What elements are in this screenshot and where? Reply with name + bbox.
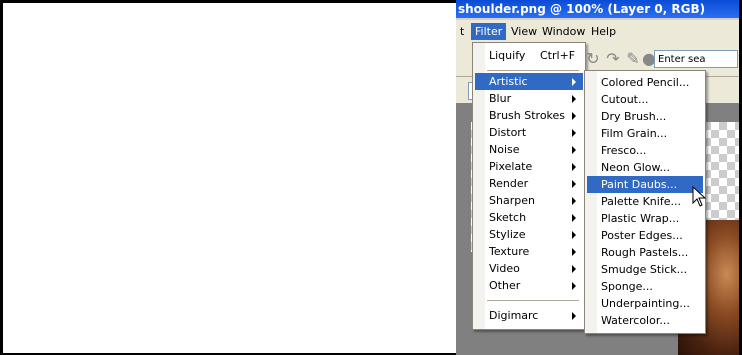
menu-separator: [487, 70, 579, 71]
submenu-arrow-icon: [572, 78, 576, 86]
artistic-submenu: Colored Pencil... Cutout... Dry Brush...…: [584, 70, 706, 334]
submenu-arrow-icon: [572, 265, 576, 273]
menu-item-label: Sketch: [489, 211, 527, 224]
submenu-item-fresco[interactable]: Fresco...: [587, 142, 703, 159]
menu-item-artistic[interactable]: Artistic: [475, 73, 583, 90]
submenu-arrow-icon: [572, 282, 576, 290]
submenu-arrow-icon: [572, 163, 576, 171]
menu-bar: t Filter View Window Help: [456, 20, 739, 42]
submenu-arrow-icon: [572, 231, 576, 239]
submenu-item-plastic-wrap[interactable]: Plastic Wrap...: [587, 210, 703, 227]
menu-view[interactable]: View: [507, 23, 541, 40]
submenu-item-smudge-stick[interactable]: Smudge Stick...: [587, 261, 703, 278]
submenu-item-label: Film Grain...: [601, 127, 668, 140]
redo-icon[interactable]: ↷: [604, 50, 622, 68]
menu-item-label: Render: [489, 177, 529, 190]
menu-item-label: Digimarc: [489, 309, 539, 322]
menu-item-label: Artistic: [489, 75, 528, 88]
submenu-arrow-icon: [572, 197, 576, 205]
submenu-item-watercolor[interactable]: Watercolor...: [587, 312, 703, 329]
menu-help[interactable]: Help: [587, 23, 620, 40]
menu-item-label: Noise: [489, 143, 520, 156]
menu-item-label: Blur: [489, 92, 512, 105]
submenu-arrow-icon: [572, 129, 576, 137]
submenu-arrow-icon: [572, 112, 576, 120]
submenu-item-rough-pastels[interactable]: Rough Pastels...: [587, 244, 703, 261]
submenu-item-label: Poster Edges...: [601, 229, 683, 242]
menu-item-pixelate[interactable]: Pixelate: [475, 158, 583, 175]
submenu-item-label: Fresco...: [601, 144, 647, 157]
menu-item-label: Sharpen: [489, 194, 535, 207]
submenu-arrow-icon: [572, 248, 576, 256]
submenu-item-dry-brush[interactable]: Dry Brush...: [587, 108, 703, 125]
submenu-item-neon-glow[interactable]: Neon Glow...: [587, 159, 703, 176]
submenu-item-label: Cutout...: [601, 93, 649, 106]
submenu-item-sponge[interactable]: Sponge...: [587, 278, 703, 295]
submenu-item-film-grain[interactable]: Film Grain...: [587, 125, 703, 142]
history-icon[interactable]: ↻: [584, 50, 602, 68]
submenu-arrow-icon: [572, 146, 576, 154]
window-title: shoulder.png @ 100% (Layer 0, RGB): [456, 0, 739, 18]
menu-item-label: Stylize: [489, 228, 526, 241]
submenu-item-underpainting[interactable]: Underpainting...: [587, 295, 703, 312]
menu-item-noise[interactable]: Noise: [475, 141, 583, 158]
menu-item-stylize[interactable]: Stylize: [475, 226, 583, 243]
filter-menu: Liquify Ctrl+F Artistic Blur Brush Strok…: [472, 42, 586, 330]
submenu-item-label: Watercolor...: [601, 314, 670, 327]
menu-item-brush-strokes[interactable]: Brush Strokes: [475, 107, 583, 124]
menu-filter[interactable]: Filter: [471, 23, 507, 40]
menu-item-label: Brush Strokes: [489, 109, 566, 122]
submenu-item-label: Dry Brush...: [601, 110, 667, 123]
submenu-item-cutout[interactable]: Cutout...: [587, 91, 703, 108]
blank-area: [3, 3, 456, 353]
menu-item-sketch[interactable]: Sketch: [475, 209, 583, 226]
menu-item-label: Other: [489, 279, 521, 292]
submenu-item-label: Sponge...: [601, 280, 653, 293]
menu-item-sharpen[interactable]: Sharpen: [475, 192, 583, 209]
submenu-arrow-icon: [572, 180, 576, 188]
submenu-item-label: Colored Pencil...: [601, 76, 690, 89]
menu-item-distort[interactable]: Distort: [475, 124, 583, 141]
menu-item-last-filter[interactable]: Liquify Ctrl+F: [475, 47, 583, 64]
submenu-item-poster-edges[interactable]: Poster Edges...: [587, 227, 703, 244]
menu-item-label: Distort: [489, 126, 527, 139]
menu-separator: [487, 300, 579, 301]
menu-item-digimarc[interactable]: Digimarc: [475, 307, 583, 324]
submenu-item-label: Palette Knife...: [601, 195, 681, 208]
menu-edit-partial[interactable]: t: [456, 23, 468, 40]
menu-item-shortcut: Ctrl+F: [540, 49, 576, 62]
submenu-arrow-icon: [572, 214, 576, 222]
submenu-item-paint-daubs[interactable]: Paint Daubs...: [587, 176, 703, 193]
search-input[interactable]: Enter sea: [654, 50, 738, 68]
menu-item-texture[interactable]: Texture: [475, 243, 583, 260]
submenu-item-colored-pencil[interactable]: Colored Pencil...: [587, 74, 703, 91]
submenu-item-label: Smudge Stick...: [601, 263, 688, 276]
menu-item-other[interactable]: Other: [475, 277, 583, 294]
menu-item-label: Texture: [489, 245, 530, 258]
submenu-arrow-icon: [572, 312, 576, 320]
submenu-item-label: Paint Daubs...: [601, 178, 678, 191]
menu-item-label: Liquify: [489, 49, 526, 62]
menu-item-video[interactable]: Video: [475, 260, 583, 277]
menu-item-label: Video: [489, 262, 520, 275]
submenu-arrow-icon: [572, 95, 576, 103]
menu-window[interactable]: Window: [538, 23, 589, 40]
submenu-item-label: Underpainting...: [601, 297, 690, 310]
menu-item-blur[interactable]: Blur: [475, 90, 583, 107]
submenu-item-label: Neon Glow...: [601, 161, 670, 174]
submenu-item-palette-knife[interactable]: Palette Knife...: [587, 193, 703, 210]
submenu-item-label: Rough Pastels...: [601, 246, 689, 259]
submenu-item-label: Plastic Wrap...: [601, 212, 680, 225]
menu-item-label: Pixelate: [489, 160, 533, 173]
menu-item-render[interactable]: Render: [475, 175, 583, 192]
